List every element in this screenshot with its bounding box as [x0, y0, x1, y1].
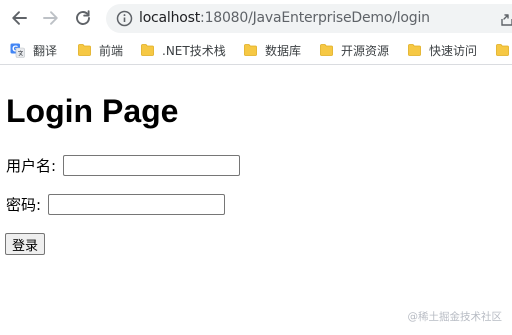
bookmark-quick-access[interactable]: 快速访问 [408, 41, 477, 59]
bookmark-label: 数据库 [265, 43, 302, 58]
page-title: Login Page [6, 93, 179, 129]
forward-button[interactable] [40, 7, 62, 29]
site-info-icon[interactable] [116, 10, 133, 27]
bookmark-dotnet-stack[interactable]: .NET技术栈 [141, 41, 226, 59]
share-icon[interactable] [499, 11, 512, 27]
bookmarks-bar: G 翻译 前端 .NET技术栈 数据库 开源资源 快速访问 [0, 36, 512, 65]
browser-toolbar: localhost:18080/JavaEnterpriseDemo/login [0, 0, 512, 36]
password-input[interactable] [48, 194, 226, 215]
bookmark-label: 快速访问 [429, 43, 478, 58]
username-input[interactable] [63, 155, 241, 176]
page-viewport: Login Page 用户名: 密码: 登录 @稀土掘金技术社区 [0, 66, 512, 335]
username-row: 用户名: [6, 155, 241, 176]
folder-icon [408, 44, 421, 56]
folder-icon [244, 44, 257, 56]
back-button[interactable] [8, 7, 30, 29]
bookmark-label: 开源资源 [341, 43, 390, 58]
bookmark-label: 前端 [99, 43, 124, 58]
bookmark-frontend[interactable]: 前端 [78, 41, 123, 59]
username-label: 用户名: [6, 157, 57, 175]
bookmark-label: .NET技术栈 [162, 43, 226, 58]
bookmark-label: 翻译 [33, 43, 58, 58]
reload-icon [76, 10, 90, 25]
bookmark-database[interactable]: 数据库 [244, 41, 301, 59]
url-path: :18080/JavaEnterpriseDemo/login [200, 10, 430, 26]
folder-icon [320, 44, 333, 56]
folder-icon [496, 44, 509, 56]
folder-icon [141, 44, 154, 56]
login-button[interactable]: 登录 [5, 233, 46, 255]
password-row: 密码: [6, 194, 226, 215]
watermark: @稀土掘金技术社区 [407, 311, 503, 323]
forward-arrow-icon [43, 11, 58, 25]
url-host: localhost [139, 10, 201, 26]
url-text: localhost:18080/JavaEnterpriseDemo/login [139, 10, 430, 27]
translate-icon: G [10, 43, 25, 58]
bookmark-translate[interactable]: G 翻译 [10, 41, 57, 59]
bookmark-open-source[interactable]: 开源资源 [320, 41, 389, 59]
reload-button[interactable] [72, 7, 94, 29]
bookmark-overflow-folder[interactable] [496, 41, 512, 59]
address-bar[interactable]: localhost:18080/JavaEnterpriseDemo/login [106, 4, 512, 33]
password-label: 密码: [6, 196, 42, 214]
back-arrow-icon [12, 11, 27, 25]
folder-icon [78, 44, 91, 56]
